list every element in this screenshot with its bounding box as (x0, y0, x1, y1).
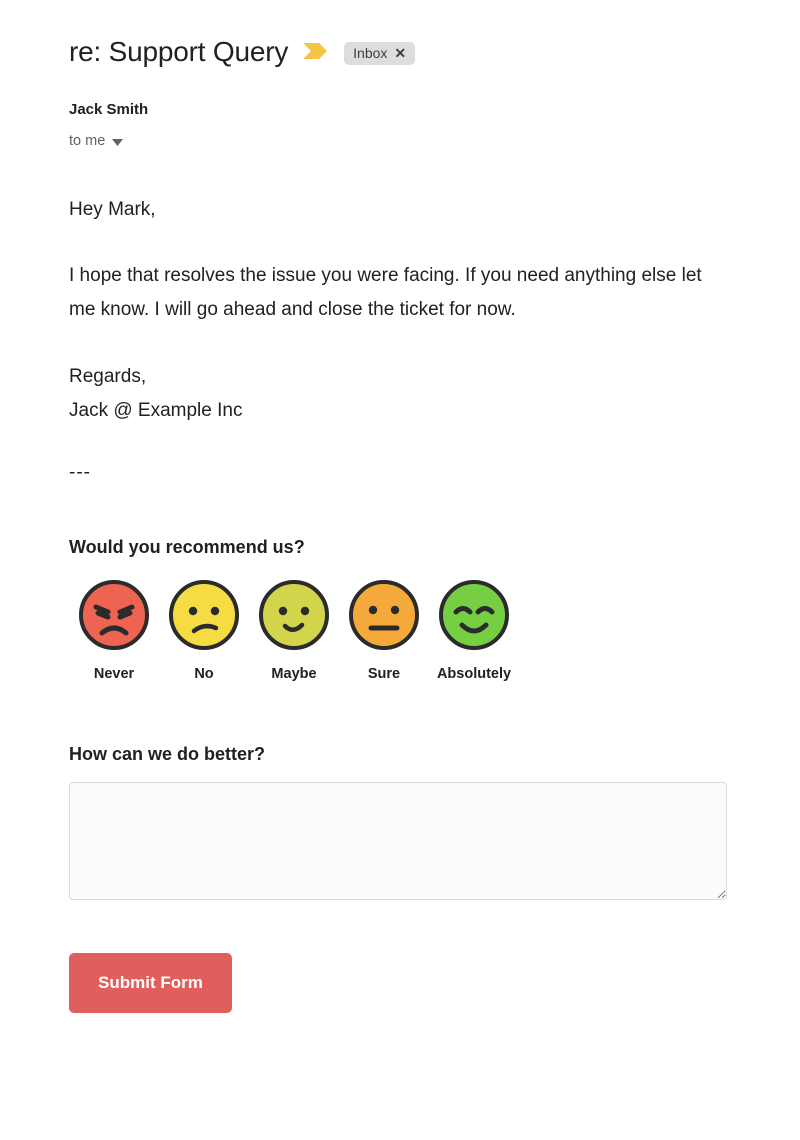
neutral-face-icon (345, 576, 423, 657)
close-icon[interactable]: ✕ (394, 46, 406, 60)
slight-smile-face-icon (255, 576, 333, 657)
survey-option-maybe[interactable]: Maybe (249, 576, 339, 682)
feedback-question: How can we do better? (69, 744, 266, 765)
email-page: re: Support Query Inbox ✕ Jack Smith to … (0, 0, 800, 1014)
label-chip-text: Inbox (353, 44, 388, 61)
feedback-input[interactable] (69, 782, 727, 901)
survey-option-label: Absolutely (436, 666, 512, 683)
feedback-section: How can we do better? (69, 744, 731, 901)
survey-section: Would you recommend us? Never No Maybe S… (69, 537, 731, 682)
survey-option-no[interactable]: No (159, 576, 249, 682)
signoff-text: Regards, (69, 365, 147, 387)
survey-option-label: Sure (367, 666, 401, 683)
survey-options: Never No Maybe Sure Absolutely (69, 576, 731, 682)
chevron-forward-icon (302, 39, 330, 68)
subject-row: re: Support Query Inbox ✕ (69, 0, 731, 67)
angry-face-icon (75, 576, 153, 657)
submit-button[interactable]: Submit Form (69, 953, 232, 1014)
recipient-label: to me (69, 132, 106, 149)
sender-name: Jack Smith (69, 101, 149, 118)
page-title: re: Support Query (69, 36, 289, 67)
email-body: Hey Mark, I hope that resolves the issue… (69, 193, 731, 490)
happy-face-icon (435, 576, 513, 657)
survey-option-label: Never (93, 666, 135, 683)
submit-row: Submit Form (69, 953, 731, 1014)
label-chip-inbox[interactable]: Inbox ✕ (344, 41, 416, 65)
body-divider: --- (69, 461, 91, 483)
survey-question: Would you recommend us? (69, 537, 305, 558)
signature-text: Jack @ Example Inc (69, 399, 243, 421)
body-signoff: Regards, Jack @ Example Inc (69, 360, 731, 428)
survey-option-absolutely[interactable]: Absolutely (429, 576, 519, 682)
body-greeting: Hey Mark, (69, 198, 156, 220)
survey-option-label: Maybe (271, 666, 317, 683)
body-paragraph: I hope that resolves the issue you were … (69, 265, 702, 321)
survey-option-never[interactable]: Never (69, 576, 159, 682)
recipient-row[interactable]: to me (69, 131, 731, 151)
caret-down-icon[interactable] (112, 133, 124, 151)
sad-face-icon (165, 576, 243, 657)
survey-option-label: No (194, 666, 214, 683)
survey-option-sure[interactable]: Sure (339, 576, 429, 682)
sender-block: Jack Smith to me (69, 100, 731, 151)
